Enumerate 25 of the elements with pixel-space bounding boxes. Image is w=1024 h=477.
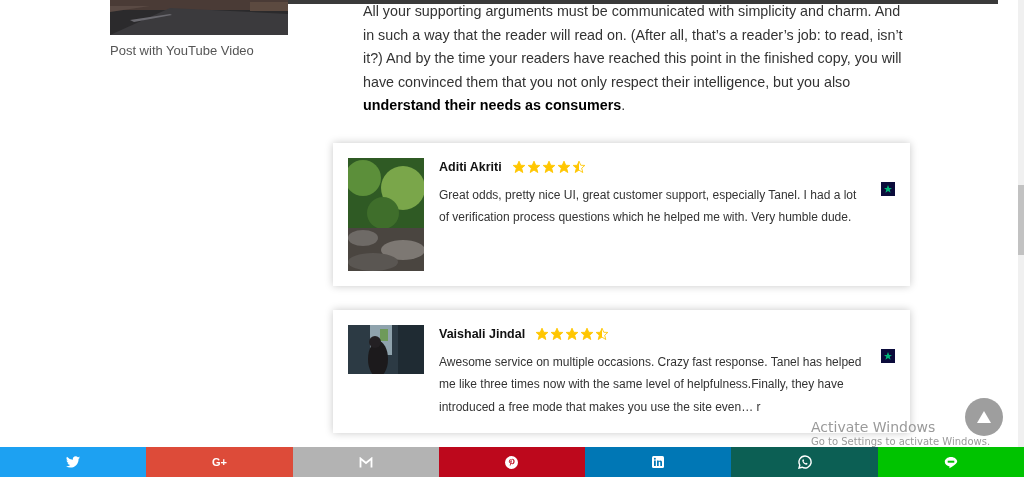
activation-title: Activate Windows [811, 418, 937, 436]
phone-bubble-icon [797, 455, 812, 469]
article-paragraph: All your supporting arguments must be communicated with simplicity and charm. And in such a way that the reader will read on. (After all, that’s a reader’s job: to read, isn’t it?) And by the time your readers have reached this point in the finished copy, you will have convinced them that you not only respect their intelligence, but you also understand their needs as consumers. [363, 2, 904, 115]
pin-circle-icon [505, 455, 519, 469]
triangle-up-icon [977, 411, 991, 423]
line-share-button[interactable] [877, 447, 1024, 477]
twitter-share-button[interactable] [0, 447, 147, 477]
google-plus-share-button[interactable]: G+ [146, 447, 293, 477]
linkedin-share-button[interactable] [585, 447, 732, 477]
linkedin-icon [652, 456, 665, 468]
star-badge-icon [881, 348, 895, 363]
speech-bubble-icon [943, 455, 958, 469]
post-caption[interactable]: Post with YouTube Video [110, 43, 333, 58]
scroll-top-button[interactable] [965, 398, 1003, 436]
review-text: Awesome service on multiple occasions. Crazy fast response. Tanel has helped me like three times now with the same level of helpfulness.Finally, they have introduced a free mode that makes you use the site even… r [439, 353, 863, 416]
star-badge-icon [881, 181, 895, 196]
bird-icon [66, 456, 81, 468]
activation-subtitle: Go to Settings to activate Windows. [811, 436, 991, 448]
scrollbar[interactable] [1018, 0, 1024, 447]
pinterest-share-button[interactable] [438, 447, 586, 477]
reviewer-name: Aditi Akriti [439, 159, 502, 174]
mail-icon [358, 456, 373, 468]
whatsapp-share-button[interactable] [731, 447, 878, 477]
review-text: Great odds, pretty nice UI, great customer support, especially Tanel. I had a lot of verification process questions which he helped me with. Very humble dude. [439, 186, 858, 226]
reviewer-name: Vaishali Jindal [439, 326, 526, 341]
